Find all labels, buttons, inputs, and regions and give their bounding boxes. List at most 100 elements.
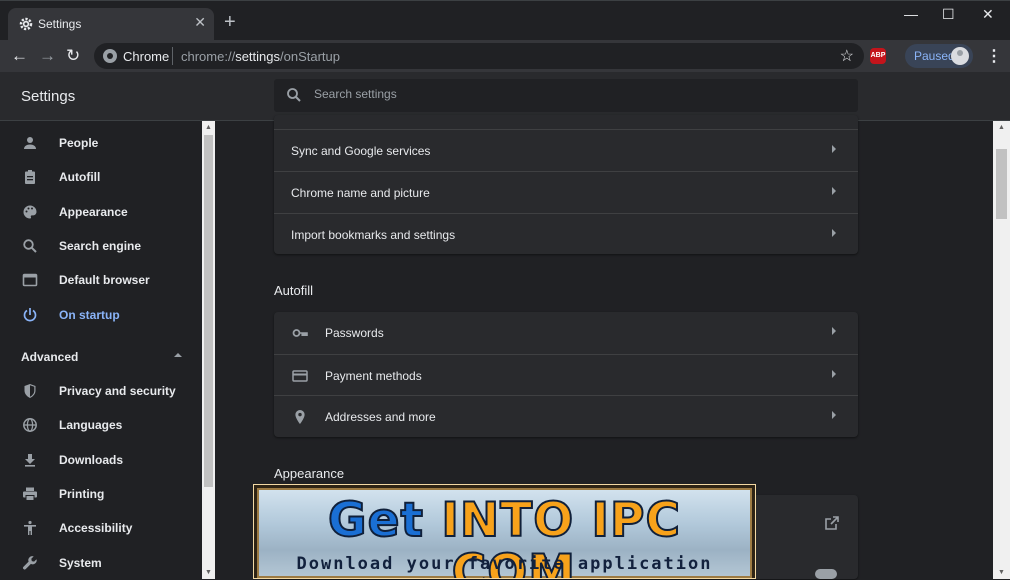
search-input[interactable] [312, 86, 836, 102]
payment-methods-row[interactable]: Payment methods [274, 354, 858, 397]
download-icon [25, 454, 35, 467]
sidebar-item-printing[interactable]: Printing [0, 477, 202, 511]
sidebar-item-label: Languages [59, 418, 123, 432]
banner-tagline: Download your favorite application [296, 554, 713, 574]
autofill-card: Passwords Payment methods Addresses and … [274, 312, 858, 437]
watermark-banner: Get INTO IPC .COM Download your favorite… [253, 484, 756, 579]
sidebar-item-autofill[interactable]: Autofill [0, 160, 202, 194]
profile-button[interactable]: Paused [905, 44, 973, 68]
search-icon [23, 239, 37, 253]
chevron-right-icon [832, 327, 836, 335]
chevron-right-icon [832, 411, 836, 419]
sidebar-item-appearance[interactable]: Appearance [0, 195, 202, 229]
external-link-icon[interactable] [824, 515, 840, 531]
url-text: chrome://settings/onStartup [181, 49, 340, 64]
scroll-up-arrow-icon[interactable]: ▲ [998, 124, 1005, 131]
scrollbar-thumb[interactable] [996, 149, 1007, 219]
sidebar-item-system[interactable]: System [0, 546, 202, 580]
sidebar-item-default-browser[interactable]: Default browser [0, 263, 202, 297]
bookmark-star-icon[interactable]: ☆ [840, 46, 854, 66]
passwords-row[interactable]: Passwords [274, 312, 858, 354]
toggle-switch[interactable] [815, 569, 837, 579]
close-window-button[interactable]: ✕ [982, 6, 994, 23]
chrome-name-row[interactable]: Chrome name and picture [274, 171, 858, 214]
sidebar-item-label: Search engine [59, 239, 142, 253]
chrome-icon [103, 49, 117, 63]
main-scrollbar[interactable]: ▲ ▼ [993, 121, 1010, 579]
palette-icon [23, 205, 37, 219]
scroll-down-arrow-icon[interactable]: ▼ [998, 569, 1005, 576]
page-title: Settings [21, 88, 76, 105]
sidebar-item-accessibility[interactable]: Accessibility [0, 511, 202, 545]
globe-icon [23, 418, 37, 432]
chevron-right-icon [832, 145, 836, 153]
scrollbar-thumb[interactable] [204, 135, 213, 487]
key-icon [292, 329, 308, 337]
sidebar-item-search-engine[interactable]: Search engine [0, 229, 202, 263]
sidebar-item-label: Downloads [59, 453, 124, 467]
shield-icon [24, 384, 36, 398]
scroll-up-arrow-icon[interactable]: ▲ [205, 124, 212, 131]
sync-row[interactable]: Sync and Google services [274, 129, 858, 172]
chevron-right-icon [832, 370, 836, 378]
import-row[interactable]: Import bookmarks and settings [274, 213, 858, 256]
people-card: Sync and Google services Chrome name and… [274, 115, 858, 254]
url-host: settings [235, 49, 280, 64]
scroll-down-arrow-icon[interactable]: ▼ [205, 569, 212, 576]
reload-button[interactable]: ↻ [66, 46, 80, 66]
tab-title: Settings [38, 17, 82, 31]
addresses-row[interactable]: Addresses and more [274, 395, 858, 438]
power-icon [23, 308, 37, 322]
row-label: Import bookmarks and settings [291, 228, 456, 242]
maximize-button[interactable]: ☐ [942, 6, 955, 23]
row-label: Payment methods [325, 369, 422, 383]
avatar [951, 47, 969, 65]
sidebar-item-label: Autofill [59, 170, 101, 184]
sidebar-item-label: Default browser [59, 273, 150, 287]
sidebar-scrollbar[interactable]: ▲ ▼ [202, 121, 215, 579]
clipboard-icon [25, 170, 35, 184]
divider [172, 47, 173, 65]
chevron-up-icon[interactable] [174, 353, 182, 357]
row-label: Chrome name and picture [291, 186, 430, 200]
sidebar-item-downloads[interactable]: Downloads [0, 443, 202, 477]
tab-close-icon[interactable]: ✕ [194, 14, 206, 31]
sidebar-item-label: On startup [59, 308, 120, 322]
advanced-section-toggle[interactable]: Advanced [21, 350, 78, 364]
profile-status: Paused [914, 49, 955, 63]
search-box[interactable] [274, 79, 858, 112]
sidebar-item-privacy[interactable]: Privacy and security [0, 374, 202, 408]
appearance-section-title: Appearance [274, 466, 345, 481]
new-tab-button[interactable]: + [224, 12, 236, 32]
logo-part: INTO [440, 493, 575, 548]
sidebar-item-people[interactable]: People [0, 126, 202, 160]
url-path: /onStartup [280, 49, 340, 64]
sidebar-item-label: Accessibility [59, 521, 133, 535]
wrench-icon [23, 556, 37, 570]
row-label: Passwords [325, 326, 384, 340]
menu-button[interactable]: ⋮ [986, 46, 1002, 66]
chevron-right-icon [832, 187, 836, 195]
row-label: Sync and Google services [291, 144, 431, 158]
forward-button[interactable]: → [39, 46, 56, 66]
gear-icon [19, 17, 33, 31]
printer-icon [23, 487, 37, 501]
chevron-right-icon [832, 229, 836, 237]
browser-window-icon [22, 273, 38, 287]
minimize-button[interactable]: — [904, 6, 918, 22]
back-button[interactable]: ← [11, 46, 28, 66]
sidebar-item-languages[interactable]: Languages [0, 408, 202, 442]
autofill-section-title: Autofill [274, 283, 314, 298]
sidebar-item-label: Printing [59, 487, 105, 501]
accessibility-icon [24, 520, 36, 535]
logo-part: Get [327, 493, 442, 548]
tab-settings[interactable]: Settings ✕ [8, 8, 214, 40]
sidebar-item-label: Appearance [59, 205, 128, 219]
adblock-extension-icon[interactable]: ABP [870, 48, 886, 64]
sidebar-item-label: System [59, 556, 102, 570]
scheme-label: Chrome [123, 49, 170, 64]
sidebar-item-on-startup[interactable]: On startup [0, 298, 202, 332]
search-icon [287, 88, 301, 102]
url-prefix: chrome:// [181, 49, 236, 64]
address-bar[interactable]: Chrome chrome://settings/onStartup ☆ [94, 43, 864, 69]
